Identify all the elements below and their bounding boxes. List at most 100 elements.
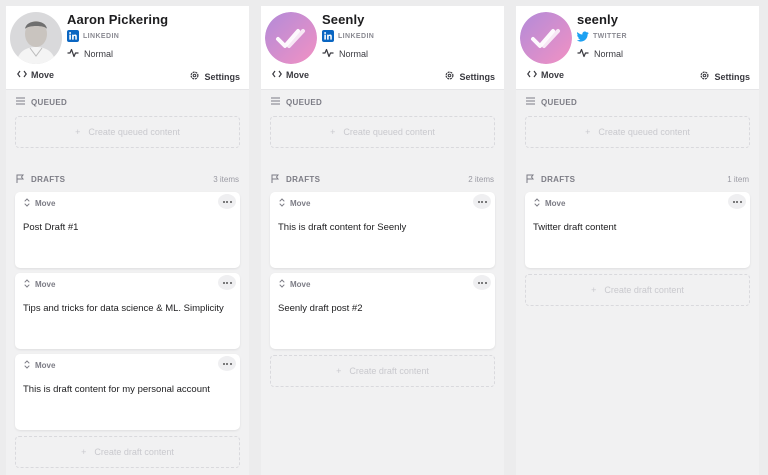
list-icon [16,97,25,107]
drag-handle[interactable]: Move [279,279,310,290]
more-options-icon[interactable] [218,275,236,290]
draft-card[interactable]: Move Tips and tricks for data science & … [15,273,240,349]
settings-button[interactable]: Settings [699,70,750,83]
move-column-button[interactable]: Move [527,70,564,80]
settings-button[interactable]: Settings [444,70,495,83]
avatar[interactable] [520,12,572,64]
mode-indicator[interactable]: Normal [322,48,368,60]
card-move-label: Move [290,199,311,208]
mode-indicator[interactable]: Normal [67,48,113,60]
plus-icon: + [336,366,342,376]
network-label: LINKEDIN [322,30,374,42]
drafts-label: DRAFTS [541,175,576,184]
code-arrows-icon [17,70,27,80]
queued-label: QUEUED [541,97,578,107]
settings-label: Settings [204,71,240,82]
code-arrows-icon [272,70,282,80]
more-options-icon[interactable] [218,356,236,371]
network-name: TWITTER [593,32,627,40]
draft-card[interactable]: Move Seenly draft post #2 [270,273,495,349]
twitter-icon [577,30,589,42]
queued-section-header: QUEUED [16,97,67,107]
up-down-chevron-icon [24,360,30,371]
draft-text: This is draft content for my personal ac… [23,384,210,395]
avatar[interactable] [265,12,317,64]
seenly-logo-icon [265,12,317,64]
mode-indicator[interactable]: Normal [577,48,623,60]
plus-icon: + [591,285,597,295]
move-label: Move [286,70,310,80]
plus-icon: + [75,127,81,137]
card-move-label: Move [35,199,56,208]
gear-icon [699,70,710,83]
create-draft-button[interactable]: + Create draft content [525,274,750,306]
plus-icon: + [585,127,591,137]
drafts-count: 3 items [213,175,239,184]
more-options-icon[interactable] [218,194,236,209]
up-down-chevron-icon [279,279,285,290]
queued-section-header: QUEUED [271,97,322,107]
drag-handle[interactable]: Move [24,279,55,290]
plus-icon: + [81,447,87,457]
network-label: LINKEDIN [67,30,119,42]
more-options-icon[interactable] [473,275,491,290]
profile-photo [10,12,62,64]
drag-handle[interactable]: Move [279,198,310,209]
drafts-section-header: DRAFTS [526,174,575,185]
more-options-icon[interactable] [473,194,491,209]
activity-icon [322,48,334,60]
account-column-aaron: Aaron Pickering LINKEDIN Normal Move Set… [6,6,249,475]
network-name: LINKEDIN [83,32,120,40]
code-arrows-icon [527,70,537,80]
draft-text: Tips and tricks for data science & ML. S… [23,303,224,314]
gear-icon [444,70,455,83]
mode-label: Normal [84,49,114,59]
mode-label: Normal [594,49,624,59]
up-down-chevron-icon [279,198,285,209]
drag-handle[interactable]: Move [24,360,55,371]
draft-card[interactable]: Move Twitter draft content [525,192,750,268]
avatar[interactable] [10,12,62,64]
flag-icon [526,174,535,185]
draft-text: Seenly draft post #2 [278,303,363,314]
card-move-label: Move [290,280,311,289]
draft-card[interactable]: Move This is draft content for Seenly [270,192,495,268]
list-icon [271,97,280,107]
create-draft-button[interactable]: + Create draft content [15,436,240,468]
create-queued-label: Create queued content [598,127,690,137]
more-options-icon[interactable] [728,194,746,209]
card-move-label: Move [545,199,566,208]
account-name: Aaron Pickering [67,12,169,27]
activity-icon [67,48,79,60]
create-queued-label: Create queued content [343,127,435,137]
drafts-label: DRAFTS [286,175,321,184]
draft-card[interactable]: Move Post Draft #1 [15,192,240,268]
drafts-label: DRAFTS [31,175,66,184]
column-header: Aaron Pickering LINKEDIN Normal Move Set… [6,6,249,90]
drag-handle[interactable]: Move [24,198,55,209]
list-icon [526,97,535,107]
settings-button[interactable]: Settings [189,70,240,83]
drafts-count: 2 items [468,175,494,184]
linkedin-icon [322,30,334,42]
create-queued-button[interactable]: + Create queued content [525,116,750,148]
move-column-button[interactable]: Move [272,70,309,80]
queued-label: QUEUED [286,97,323,107]
seenly-logo-icon [520,12,572,64]
flag-icon [16,174,25,185]
create-draft-button[interactable]: + Create draft content [270,355,495,387]
create-queued-button[interactable]: + Create queued content [270,116,495,148]
queued-section-header: QUEUED [526,97,577,107]
drag-handle[interactable]: Move [534,198,565,209]
move-column-button[interactable]: Move [17,70,54,80]
linkedin-icon [67,30,79,42]
create-queued-button[interactable]: + Create queued content [15,116,240,148]
network-name: LINKEDIN [338,32,375,40]
gear-icon [189,70,200,83]
plus-icon: + [330,127,336,137]
drafts-section-header: DRAFTS [16,174,65,185]
move-label: Move [541,70,565,80]
activity-icon [577,48,589,60]
draft-card[interactable]: Move This is draft content for my person… [15,354,240,430]
move-label: Move [31,70,55,80]
